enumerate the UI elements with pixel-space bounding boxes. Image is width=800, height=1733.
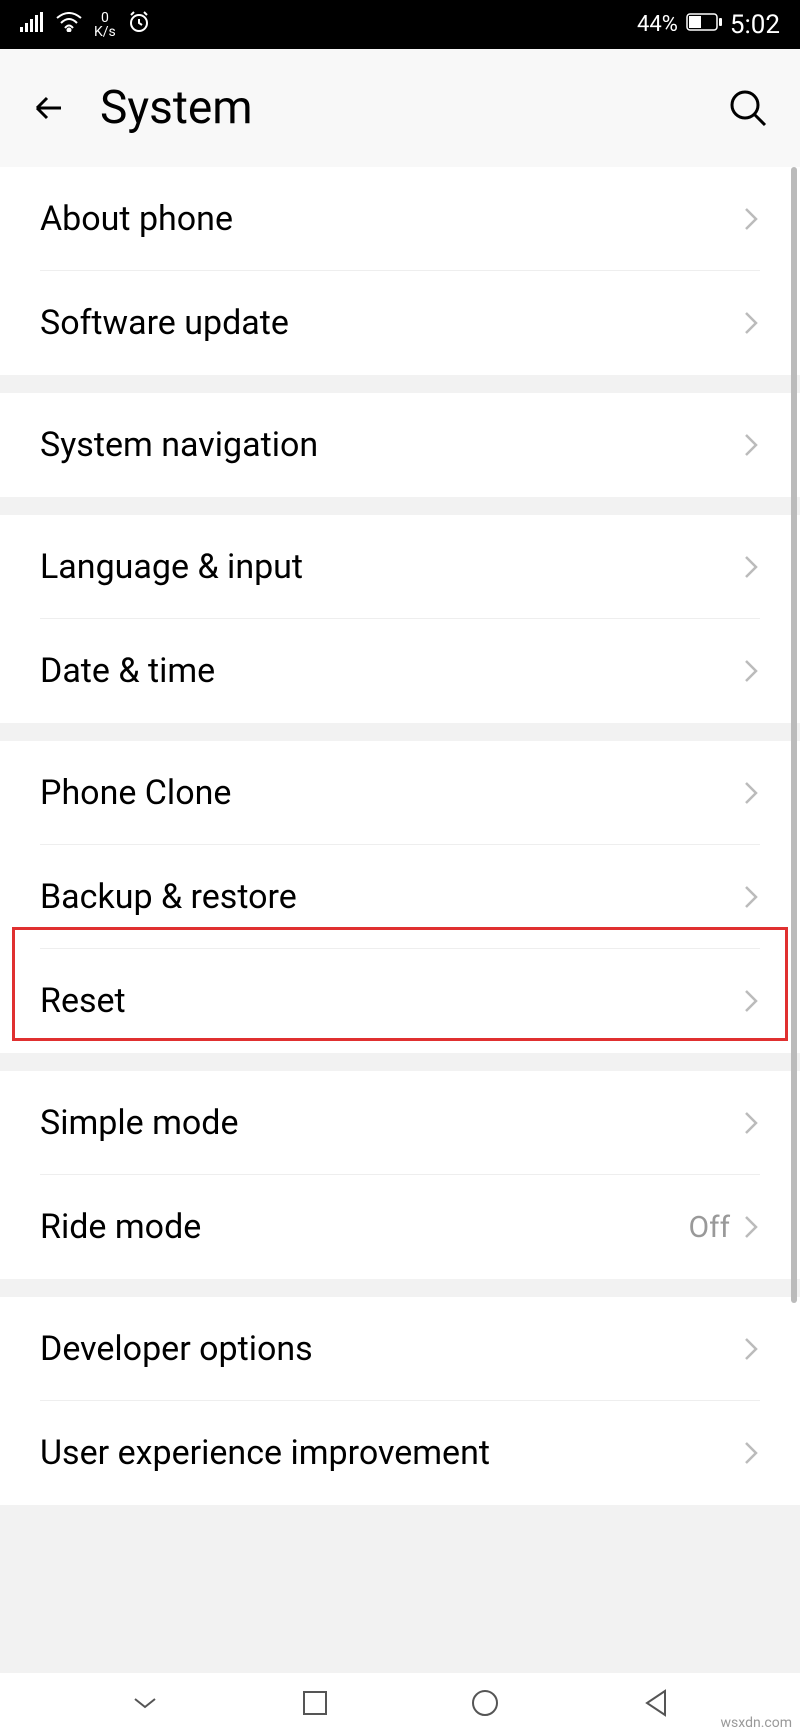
scrollbar[interactable] (791, 167, 797, 1303)
battery-icon (686, 12, 722, 37)
chevron-right-icon (742, 205, 760, 233)
signal-icon (20, 12, 44, 38)
item-phone-clone[interactable]: Phone Clone (0, 741, 800, 845)
chevron-right-icon (742, 1109, 760, 1137)
section-backup: Phone Clone Backup & restore Reset (0, 741, 800, 1053)
item-label: System navigation (40, 425, 318, 465)
item-label: About phone (40, 199, 233, 239)
status-bar: 0 K/s 44% 5:02 (0, 0, 800, 49)
clock-time: 5:02 (730, 10, 780, 40)
item-about-phone[interactable]: About phone (0, 167, 800, 271)
item-simple-mode[interactable]: Simple mode (0, 1071, 800, 1175)
nav-home-button[interactable] (467, 1685, 503, 1721)
status-right: 44% 5:02 (637, 10, 780, 40)
status-left: 0 K/s (20, 11, 150, 39)
section-navigation: System navigation (0, 393, 800, 497)
item-language-input[interactable]: Language & input (0, 515, 800, 619)
item-developer-options[interactable]: Developer options (0, 1297, 800, 1401)
chevron-right-icon (742, 1213, 760, 1241)
app-header: System (0, 49, 800, 167)
item-label: Ride mode (40, 1207, 201, 1247)
wifi-icon (56, 12, 82, 38)
nav-hide-button[interactable] (127, 1685, 163, 1721)
speed-value: 0 (101, 11, 109, 25)
watermark: wsxdn.com (721, 1715, 792, 1731)
navigation-bar (0, 1673, 800, 1733)
item-label: Date & time (40, 651, 215, 691)
item-value: Off (689, 1210, 731, 1245)
nav-back-button[interactable] (637, 1685, 673, 1721)
item-label: Simple mode (40, 1103, 239, 1143)
item-reset[interactable]: Reset (0, 949, 800, 1053)
chevron-right-icon (742, 309, 760, 337)
item-label: Phone Clone (40, 773, 231, 813)
item-date-time[interactable]: Date & time (0, 619, 800, 723)
item-label: Reset (40, 981, 126, 1021)
item-right: Off (689, 1210, 761, 1245)
item-label: Backup & restore (40, 877, 297, 917)
chevron-right-icon (742, 1439, 760, 1467)
chevron-right-icon (742, 779, 760, 807)
item-label: Developer options (40, 1329, 313, 1369)
section-language: Language & input Date & time (0, 515, 800, 723)
item-system-navigation[interactable]: System navigation (0, 393, 800, 497)
battery-percentage: 44% (637, 12, 678, 37)
item-ride-mode[interactable]: Ride mode Off (0, 1175, 800, 1279)
speed-unit: K/s (94, 25, 116, 39)
chevron-right-icon (742, 431, 760, 459)
search-button[interactable] (726, 86, 770, 130)
chevron-right-icon (742, 553, 760, 581)
item-backup-restore[interactable]: Backup & restore (0, 845, 800, 949)
section-about: About phone Software update (0, 167, 800, 375)
nav-recent-button[interactable] (297, 1685, 333, 1721)
item-user-experience[interactable]: User experience improvement (0, 1401, 800, 1505)
chevron-right-icon (742, 987, 760, 1015)
item-label: Software update (40, 303, 289, 343)
page-title: System (100, 81, 696, 135)
chevron-right-icon (742, 883, 760, 911)
item-label: Language & input (40, 547, 303, 587)
back-button[interactable] (30, 88, 70, 128)
item-label: User experience improvement (40, 1433, 490, 1473)
chevron-right-icon (742, 1335, 760, 1363)
settings-content: About phone Software update System navig… (0, 167, 800, 1505)
section-mode: Simple mode Ride mode Off (0, 1071, 800, 1279)
network-speed: 0 K/s (94, 11, 116, 39)
item-software-update[interactable]: Software update (0, 271, 800, 375)
alarm-icon (128, 11, 150, 39)
section-developer: Developer options User experience improv… (0, 1297, 800, 1505)
chevron-right-icon (742, 657, 760, 685)
